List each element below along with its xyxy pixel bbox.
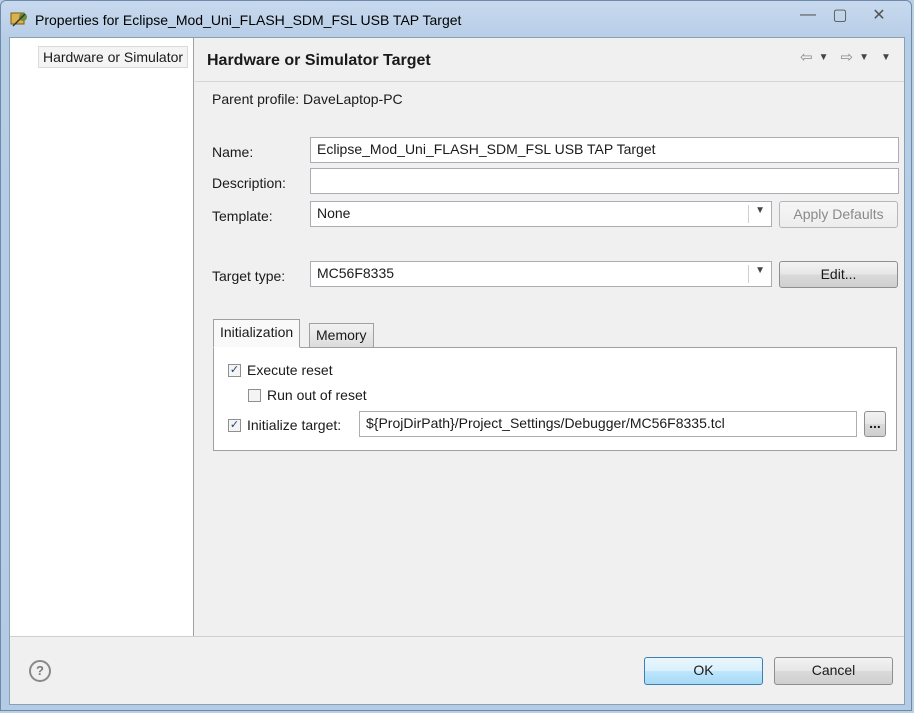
- description-field[interactable]: [310, 168, 899, 194]
- initialize-target-row[interactable]: ✓ Initialize target:: [228, 417, 341, 433]
- target-type-value: MC56F8335: [317, 265, 395, 281]
- page-navigation: ⇦ ▼ ⇨ ▼ ▼: [800, 48, 903, 66]
- ok-button[interactable]: OK: [644, 657, 763, 685]
- run-out-of-reset-label: Run out of reset: [267, 387, 367, 403]
- initialization-panel: ✓ Execute reset Run out of reset ✓ Initi…: [213, 347, 897, 451]
- close-button[interactable]: ✕: [857, 5, 901, 25]
- apply-defaults-button[interactable]: Apply Defaults: [779, 201, 898, 228]
- title-bar[interactable]: Properties for Eclipse_Mod_Uni_FLASH_SDM…: [1, 1, 911, 37]
- chevron-down-icon: ▼: [755, 205, 765, 216]
- execute-reset-checkbox[interactable]: ✓: [228, 363, 241, 377]
- property-page-tree[interactable]: Hardware or Simulator: [10, 38, 194, 636]
- template-label: Template:: [212, 208, 273, 224]
- target-type-label: Target type:: [212, 268, 286, 284]
- minimize-button[interactable]: —: [793, 5, 823, 25]
- view-menu-icon[interactable]: ▼: [881, 52, 891, 63]
- tab-initialization[interactable]: Initialization: [213, 319, 301, 348]
- execute-reset-row[interactable]: ✓ Execute reset: [228, 362, 333, 378]
- run-out-of-reset-row[interactable]: Run out of reset: [248, 387, 367, 403]
- help-icon[interactable]: ?: [29, 660, 51, 682]
- initialize-target-path-field[interactable]: ${ProjDirPath}/Project_Settings/Debugger…: [359, 411, 857, 437]
- window-title: Properties for Eclipse_Mod_Uni_FLASH_SDM…: [35, 12, 462, 28]
- back-arrow-icon[interactable]: ⇦: [800, 48, 813, 66]
- name-label: Name:: [212, 144, 254, 160]
- description-label: Description:: [212, 175, 286, 191]
- chevron-down-icon: ▼: [755, 265, 765, 276]
- forward-arrow-icon[interactable]: ⇨: [840, 48, 853, 66]
- target-type-combo[interactable]: MC56F8335 ▼: [310, 261, 772, 287]
- page-title: Hardware or Simulator Target: [207, 52, 431, 69]
- run-out-of-reset-checkbox[interactable]: [248, 388, 261, 402]
- parent-profile-label: Parent profile: DaveLaptop-PC: [212, 91, 403, 107]
- app-icon: [10, 12, 27, 27]
- tree-item-hardware-or-simulator[interactable]: Hardware or Simulator: [38, 46, 189, 68]
- maximize-button[interactable]: ▢: [825, 5, 855, 25]
- header-divider: [195, 81, 904, 82]
- forward-dropdown-icon[interactable]: ▼: [859, 52, 869, 63]
- execute-reset-label: Execute reset: [247, 362, 333, 378]
- name-field[interactable]: Eclipse_Mod_Uni_FLASH_SDM_FSL USB TAP Ta…: [310, 137, 899, 163]
- tab-memory[interactable]: Memory: [309, 323, 374, 348]
- footer-divider: [10, 636, 904, 637]
- template-combo[interactable]: None ▼: [310, 201, 772, 227]
- edit-button[interactable]: Edit...: [779, 261, 898, 288]
- initialize-target-checkbox[interactable]: ✓: [228, 418, 241, 432]
- cancel-button[interactable]: Cancel: [774, 657, 893, 685]
- template-value: None: [317, 205, 351, 221]
- initialize-target-label: Initialize target:: [247, 417, 342, 433]
- dialog-client-area: Hardware or Simulator Hardware or Simula…: [9, 37, 905, 705]
- browse-button[interactable]: ...: [864, 411, 886, 437]
- properties-dialog: Properties for Eclipse_Mod_Uni_FLASH_SDM…: [0, 0, 912, 711]
- back-dropdown-icon[interactable]: ▼: [819, 52, 829, 63]
